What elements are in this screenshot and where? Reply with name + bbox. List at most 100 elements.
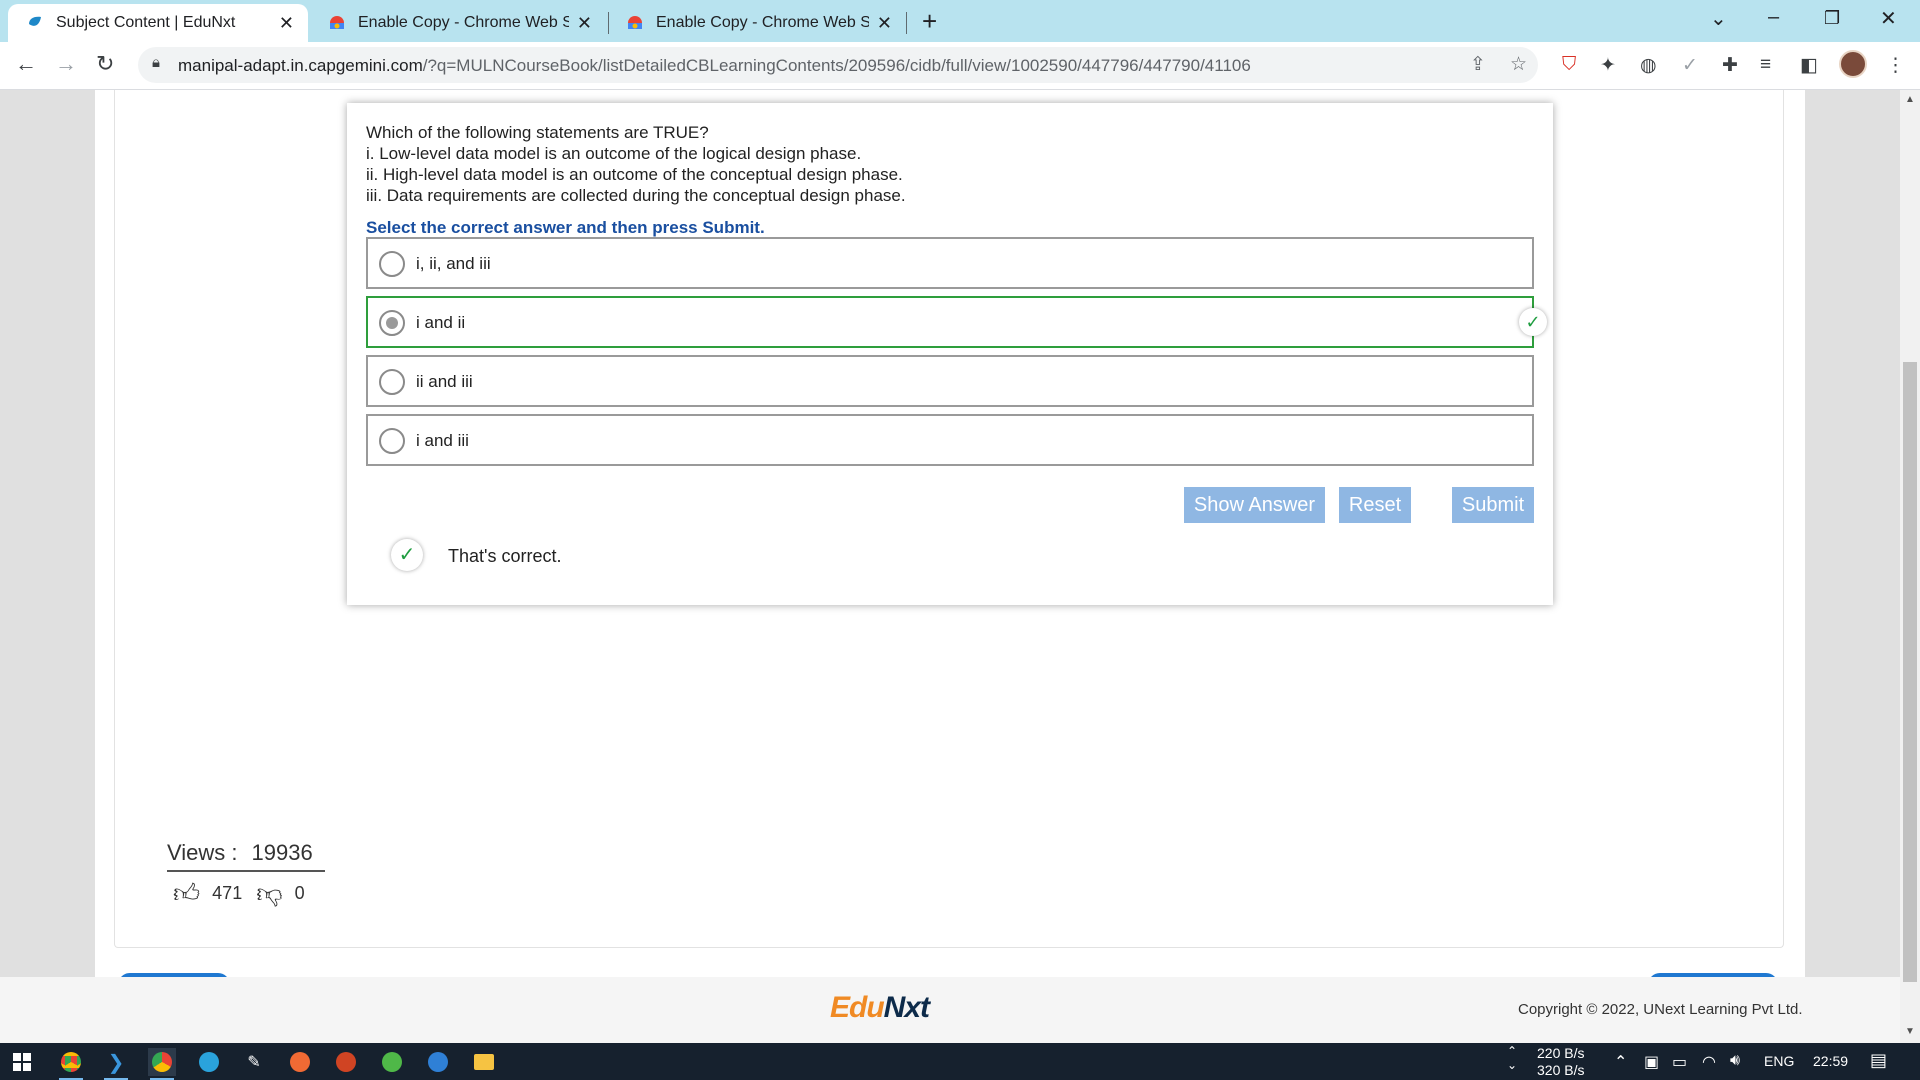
chrome-profile-taskbar-icon[interactable] [148,1048,176,1080]
net-download-speed: 320 B/s [1537,1062,1585,1078]
option-label: ii and iii [416,372,473,391]
instruction-text: Select the correct answer and then press… [366,218,765,237]
menu-kebab-icon[interactable]: ⋮ [1886,54,1905,77]
scroll-up-icon[interactable]: ▲ [1905,94,1915,105]
page-scrollbar[interactable]: ▲ ▼ [1900,90,1920,1043]
meet-now-icon[interactable]: ▣ [1644,1052,1659,1072]
radio-button[interactable] [379,369,405,395]
chrome-web-store-icon [330,16,344,29]
utorrent-taskbar-icon[interactable] [378,1048,406,1076]
telegram-taskbar-icon[interactable] [195,1048,223,1076]
question-line: Which of the following statements are TR… [366,123,709,142]
profile-avatar[interactable] [1839,50,1867,78]
side-panel-icon[interactable]: ◧ [1800,54,1818,77]
feedback-text: That's correct. [448,546,562,566]
extension-cat-icon[interactable]: ✦ [1600,54,1616,77]
network-speed-arrows-icon: ⌃ ⌄ [1507,1044,1518,1072]
radio-button[interactable] [379,428,405,454]
bookmark-star-icon[interactable]: ☆ [1510,53,1527,76]
net-upload-speed: 220 B/s [1537,1045,1585,1061]
postman-taskbar-icon[interactable] [286,1048,314,1076]
powerpoint-taskbar-icon[interactable] [332,1048,360,1076]
page-viewport: Which of the following statements are TR… [0,90,1900,1043]
tab-separator [906,12,907,34]
thumbs-up-icon[interactable]: 👍︎ [173,878,200,909]
option-label: i and iii [416,431,469,450]
correct-check-icon: ✓ [1519,308,1547,336]
edunxt-favicon-icon [29,16,41,26]
notifications-icon[interactable]: ▤ [1870,1050,1887,1071]
answer-option-2[interactable]: i and ii ✓ [366,296,1547,348]
battery-icon[interactable]: ▭ [1672,1052,1687,1072]
feedback-check-icon: ✓ [391,539,423,571]
show-answer-button[interactable]: Show Answer [1184,487,1325,523]
back-icon[interactable]: ← [15,51,37,77]
scrollbar-thumb[interactable] [1903,362,1917,982]
tab-enable-copy-1[interactable]: Enable Copy - Chrome Web Store ✕ [310,4,606,42]
clock-time[interactable]: 22:59 [1813,1053,1848,1069]
close-tab-icon[interactable]: ✕ [577,13,592,34]
browser-toolbar: ← → ↻ 🔒︎ manipal-adapt.in.capgemini.com/… [0,42,1920,90]
extension-shield-icon[interactable]: ⛉ [1562,54,1576,76]
vscode-taskbar-icon[interactable]: ❯ [102,1048,130,1080]
radio-button[interactable] [379,251,405,277]
browser-tabstrip: Subject Content | EduNxt ✕ Enable Copy -… [0,0,1920,42]
question-line: iii. Data requirements are collected dur… [366,186,906,205]
new-tab-icon[interactable]: + [922,6,937,37]
answer-option-3[interactable]: ii and iii [366,355,1534,407]
extension-globe-icon[interactable]: ◍ [1640,54,1657,77]
quiz-panel: Which of the following statements are TR… [347,103,1553,605]
question-text: Which of the following statements are TR… [366,122,906,206]
windows-start-icon[interactable] [8,1048,36,1076]
question-line: ii. High-level data model is an outcome … [366,165,903,184]
browser-taskbar-icon[interactable] [424,1048,452,1076]
extensions-puzzle-icon[interactable]: ✚ [1722,54,1738,77]
answer-option-1[interactable]: i, ii, and iii [366,237,1534,289]
thumbs-down-icon[interactable]: 👎︎ [256,878,282,909]
minimize-icon[interactable]: – [1768,6,1779,29]
close-window-icon[interactable]: ✕ [1880,6,1897,31]
radio-dot [386,317,398,329]
dislikes-count: 0 [294,883,305,903]
likes-count: 471 [212,883,243,903]
restore-icon[interactable]: ❐ [1824,8,1840,29]
inkscape-taskbar-icon[interactable]: ✎ [240,1048,268,1076]
file-explorer-taskbar-icon[interactable] [470,1048,498,1076]
share-icon[interactable]: ⇪ [1470,53,1486,76]
address-bar[interactable]: 🔒︎ manipal-adapt.in.capgemini.com/?q=MUL… [138,47,1538,83]
volume-icon[interactable]: 🔊︎ [1730,1052,1740,1070]
chrome-taskbar-icon[interactable] [57,1048,85,1080]
views-counter: Views : 19936 [167,840,325,872]
reload-icon[interactable]: ↻ [96,51,114,77]
input-language[interactable]: ENG [1764,1053,1794,1069]
tab-enable-copy-2[interactable]: Enable Copy - Chrome Web Store ✕ [608,4,906,42]
wifi-icon[interactable]: ◠ [1702,1052,1716,1072]
logo-edu: Edu [830,991,885,1024]
tab-subject-content[interactable]: Subject Content | EduNxt ✕ [8,4,308,42]
extension-check-icon[interactable]: ✓ [1682,54,1698,77]
radio-button-selected[interactable] [379,310,405,336]
views-count: 19936 [251,840,313,865]
tab-search-chevron-icon[interactable]: ⌄ [1710,6,1727,31]
url-host: manipal-adapt.in.capgemini.com [178,56,423,75]
copyright-text: Copyright © 2022, UNext Learning Pvt Ltd… [1518,1001,1803,1018]
scroll-down-icon[interactable]: ▼ [1905,1026,1915,1037]
lock-icon: 🔒︎ [152,54,160,71]
reset-button[interactable]: Reset [1339,487,1411,523]
submit-button[interactable]: Submit [1452,487,1534,523]
question-line: i. Low-level data model is an outcome of… [366,144,862,163]
url-text[interactable]: manipal-adapt.in.capgemini.com/?q=MULNCo… [178,56,1251,76]
reading-list-icon[interactable]: ≡ [1760,54,1771,76]
close-tab-icon[interactable]: ✕ [877,13,892,34]
tab-title: Subject Content | EduNxt [56,14,236,31]
tab-title: Enable Copy - Chrome Web Store [656,14,869,31]
url-path: /?q=MULNCourseBook/listDetailedCBLearnin… [422,56,1251,75]
close-tab-icon[interactable]: ✕ [279,13,294,34]
chrome-web-store-icon [628,16,642,29]
option-label: i and ii [416,313,466,332]
forward-icon[interactable]: → [55,51,77,77]
answer-option-4[interactable]: i and iii [366,414,1534,466]
rating-bar: 👍︎ 471 👎︎ 0 [173,878,319,909]
edunxt-logo: EduNxt [830,991,930,1025]
show-hidden-icons-icon[interactable]: ⌃ [1614,1052,1627,1072]
